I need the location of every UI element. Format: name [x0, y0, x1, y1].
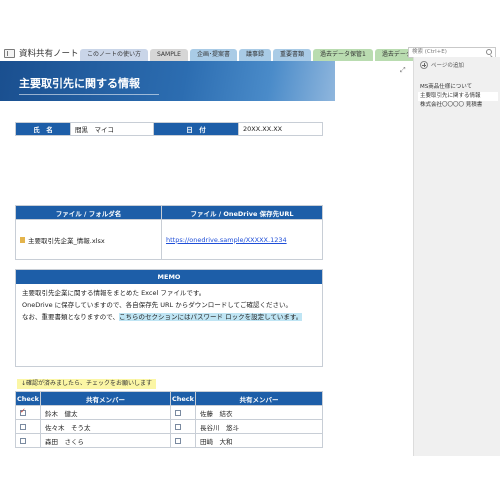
tab-minutes[interactable]: 議事録: [238, 49, 271, 61]
title-underline: [19, 94, 159, 95]
share-table: Check 共有メンバー Check 共有メンバー 鈴木 健太 佐藤 結衣 佐々…: [15, 391, 323, 448]
page-canvas: 主要取引先に関する情報 氏 名 間黒 マイコ 日 付 20XX.XX.XX ファ…: [0, 61, 413, 456]
search-icon[interactable]: [486, 49, 492, 55]
excel-file-icon: [20, 236, 25, 243]
memo-highlight: こちらのセクションにはパスワード ロックを設定しています。: [119, 313, 303, 321]
name-value[interactable]: 間黒 マイコ: [70, 122, 154, 136]
page-item-ms-spec[interactable]: MS商品仕様について: [418, 83, 498, 92]
member-header-left: 共有メンバー: [40, 391, 171, 406]
memo-line-3-prefix: なお、重要書類となりますので、: [22, 313, 120, 321]
date-value[interactable]: 20XX.XX.XX: [238, 122, 323, 136]
notebook-icon: [4, 48, 15, 58]
member-name: 森田 さくら: [40, 433, 171, 448]
member-name: 佐藤 結衣: [195, 405, 323, 420]
memo-line-2: OneDrive に保存していますので、各自保存先 URL からダウンロードして…: [22, 301, 293, 309]
section-tabs: このノートの使い方 SAMPLE 企画･提案書 議事録 重要書類 過去データ保管…: [80, 49, 449, 62]
page-list: MS商品仕様について 主要取引先に関する情報 株式会社〇〇〇〇 見積書: [418, 83, 498, 110]
notebook-title: 資料共有ノート: [19, 49, 79, 59]
checkbox[interactable]: [175, 423, 181, 430]
checkbox[interactable]: [175, 437, 181, 444]
member-name: 長谷川 悠斗: [195, 419, 323, 434]
checkbox[interactable]: [20, 407, 26, 416]
tab-important-docs[interactable]: 重要書類: [273, 49, 312, 61]
file-url-cell: https://onedrive.sample/XXXXX.1234: [161, 219, 323, 260]
table-row: 森田 さくら 田崎 大和: [15, 433, 323, 448]
table-row: 鈴木 健太 佐藤 結衣: [15, 405, 323, 420]
date-label: 日 付: [153, 122, 239, 136]
member-name: 田崎 大和: [195, 433, 323, 448]
file-table: ファイル / フォルダ名 ファイル / OneDrive 保存先URL 主要取引…: [15, 205, 323, 260]
notebook-selector[interactable]: 資料共有ノート ▼: [4, 47, 86, 59]
add-page-button[interactable]: ページの追加: [420, 60, 464, 70]
plus-circle-icon: [420, 61, 428, 69]
checkbox[interactable]: [20, 423, 26, 430]
file-name: 主要取引先企業_情報.xlsx: [28, 236, 105, 245]
check-note: ↓確認が済みましたら、チェックをお願いします: [17, 379, 157, 389]
memo-header: MEMO: [16, 270, 322, 284]
file-name-header: ファイル / フォルダ名: [15, 205, 162, 220]
search-placeholder: 検索 (Ctrl+E): [412, 49, 447, 55]
page-item-key-clients[interactable]: 主要取引先に関する情報: [418, 92, 498, 101]
checkbox[interactable]: [175, 409, 181, 416]
memo-box: MEMO 主要取引先企業に関する情報をまとめた Excel ファイルです。 On…: [15, 269, 323, 367]
tab-archive-1[interactable]: 過去データ保管1: [313, 49, 373, 61]
memo-line-1: 主要取引先企業に関する情報をまとめた Excel ファイルです。: [22, 289, 206, 297]
memo-line-3: なお、重要書類となりますので、こちらのセクションにはパスワード ロックを設定して…: [22, 311, 316, 323]
page-header-banner: 主要取引先に関する情報: [0, 61, 335, 101]
page-list-pane: ページの追加 MS商品仕様について 主要取引先に関する情報 株式会社〇〇〇〇 見…: [413, 57, 500, 456]
check-header-right: Check: [170, 391, 196, 406]
page-item-quote[interactable]: 株式会社〇〇〇〇 見積書: [418, 101, 498, 110]
member-name: 佐々木 そう太: [40, 419, 171, 434]
tab-proposals[interactable]: 企画･提案書: [189, 49, 237, 61]
info-table: 氏 名 間黒 マイコ 日 付 20XX.XX.XX: [15, 122, 323, 136]
file-url-header: ファイル / OneDrive 保存先URL: [161, 205, 323, 220]
tab-how-to-use[interactable]: このノートの使い方: [80, 49, 149, 61]
add-page-label: ページの追加: [431, 63, 464, 69]
file-name-cell[interactable]: 主要取引先企業_情報.xlsx: [15, 219, 162, 260]
name-label: 氏 名: [15, 122, 71, 136]
member-header-right: 共有メンバー: [195, 391, 323, 406]
check-header-left: Check: [15, 391, 41, 406]
expand-icon[interactable]: ⤢: [400, 66, 406, 75]
memo-body[interactable]: 主要取引先企業に関する情報をまとめた Excel ファイルです。 OneDriv…: [16, 284, 322, 326]
checkbox[interactable]: [20, 437, 26, 444]
member-name: 鈴木 健太: [40, 405, 171, 420]
page-title: 主要取引先に関する情報: [19, 77, 140, 90]
onedrive-link[interactable]: https://onedrive.sample/XXXXX.1234: [166, 236, 287, 244]
table-row: 佐々木 そう太 長谷川 悠斗: [15, 419, 323, 434]
